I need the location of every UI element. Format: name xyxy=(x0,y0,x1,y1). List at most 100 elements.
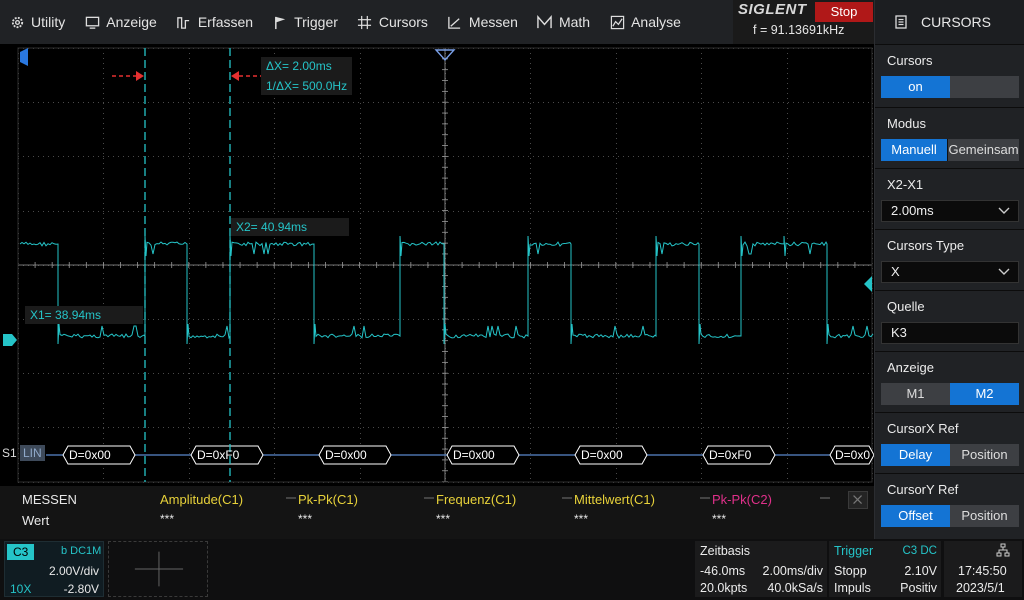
column-divider xyxy=(424,497,434,499)
cursor-type-label: Cursors Type xyxy=(887,238,965,253)
siglent-logo: SIGLENT xyxy=(738,1,807,18)
measure-name: Pk-Pk(C1) xyxy=(298,492,358,507)
cursory-ref-label: CursorY Ref xyxy=(887,482,959,497)
menu-cursors[interactable]: Cursors xyxy=(348,0,438,44)
run-stop-badge[interactable]: Stop xyxy=(815,2,873,22)
menu-messen[interactable]: Messen xyxy=(438,0,528,44)
timebase-points: 20.0kpts xyxy=(700,581,748,595)
analyse-icon xyxy=(609,14,625,30)
clock-time: 17:45:50 xyxy=(958,564,1007,578)
trigger-level: 2.10V xyxy=(904,564,937,578)
trigger-source: C3 DC xyxy=(902,545,937,557)
column-divider xyxy=(700,497,710,499)
menu-trigger[interactable]: Trigger xyxy=(263,0,348,44)
cursor-x1-arrow-icon xyxy=(112,71,144,81)
flag-icon xyxy=(272,14,288,30)
cursor-type-dropdown[interactable]: X xyxy=(881,261,1019,283)
timebase-delay: -46.0ms xyxy=(700,564,746,578)
serial-slot-label: S1 xyxy=(2,446,17,460)
menu-erfassen[interactable]: Erfassen xyxy=(167,0,263,44)
measure-column[interactable]: Amplitude(C1) *** xyxy=(160,492,298,526)
quelle-label: Quelle xyxy=(887,299,925,314)
bus-frame-label: D=0x00 xyxy=(581,448,623,462)
waveform-display[interactable]: ΔX= 2.00ms 1/ΔX= 500.0Hz X2= 40.94ms X1=… xyxy=(0,44,874,486)
measure-name: Amplitude(C1) xyxy=(160,492,244,507)
cursor-x2-arrow-icon xyxy=(231,71,262,81)
anzeige-toggle[interactable]: M1 M2 xyxy=(881,383,1019,405)
column-divider xyxy=(820,497,830,499)
x2x1-value: 2.00ms xyxy=(891,203,934,218)
channel-c3-offset-marker-icon[interactable] xyxy=(3,334,17,346)
measure-column[interactable]: Pk-Pk(C1) *** xyxy=(298,492,436,526)
cursory-offset-option[interactable]: Offset xyxy=(881,505,950,527)
cursory-ref-toggle[interactable]: Offset Position xyxy=(881,505,1019,527)
channel-name-badge: C3 xyxy=(7,544,35,560)
timebase-title: Zeitbasis xyxy=(700,544,751,558)
panel-header: CURSORS xyxy=(875,0,1024,44)
cursorx-delay-option[interactable]: Delay xyxy=(881,444,950,466)
add-channel-slot[interactable] xyxy=(108,541,208,597)
menu-anzeige[interactable]: Anzeige xyxy=(75,0,167,44)
brand-status-box: SIGLENT Stop f = 91.13691kHz xyxy=(733,0,874,44)
cursors-on-option[interactable]: on xyxy=(881,76,950,98)
bus-frame-label: D=0x0 xyxy=(835,448,871,462)
trigger-box[interactable]: Trigger C3 DC Stopp 2.10V Impuls Positiv xyxy=(829,541,941,597)
modus-toggle[interactable]: Manuell Gemeinsam xyxy=(881,139,1019,161)
trigger-mode: Stopp xyxy=(834,564,867,578)
cursors-off-option[interactable] xyxy=(950,76,1019,98)
delta-x-readout: ΔX= 2.00ms 1/ΔX= 500.0Hz xyxy=(261,57,353,95)
quelle-field[interactable]: K3 xyxy=(881,322,1019,344)
modus-manuell-option[interactable]: Manuell xyxy=(881,139,947,161)
timebase-scale: 2.00ms/div xyxy=(762,564,823,578)
anzeige-m2-option[interactable]: M2 xyxy=(950,383,1019,405)
x2x1-section: X2-X1 2.00ms xyxy=(875,168,1024,227)
measure-column[interactable]: Mittelwert(C1) *** xyxy=(574,492,712,526)
cursorx-ref-label: CursorX Ref xyxy=(887,421,959,436)
channel-c3-box[interactable]: C3 b DC1M 2.00V/div 10X -2.80V xyxy=(4,541,104,597)
quelle-section: Quelle K3 xyxy=(875,290,1024,349)
cursory-position-option[interactable]: Position xyxy=(950,505,1019,527)
modus-section: Modus Manuell Gemeinsam xyxy=(875,107,1024,166)
menu-messen-label: Messen xyxy=(468,14,518,30)
cursorx-position-option[interactable]: Position xyxy=(950,444,1019,466)
menu-utility[interactable]: Utility xyxy=(0,0,75,44)
timebase-box[interactable]: Zeitbasis -46.0ms 2.00ms/div 20.0kpts 40… xyxy=(695,541,827,597)
inverse-delta-x-value: 1/ΔX= 500.0Hz xyxy=(266,79,348,93)
decode-mode-badge[interactable]: LIN xyxy=(20,445,45,461)
measure-name: Frequenz(C1) xyxy=(436,492,517,507)
acquire-icon xyxy=(176,14,192,30)
horizontal-offset-marker-icon[interactable] xyxy=(20,48,28,66)
quelle-value: K3 xyxy=(891,325,907,340)
cursorx-ref-toggle[interactable]: Delay Position xyxy=(881,444,1019,466)
anzeige-m1-option[interactable]: M1 xyxy=(881,383,950,405)
cursors-label: Cursors xyxy=(887,53,933,68)
panel-title: CURSORS xyxy=(921,14,992,30)
network-icon xyxy=(996,543,1010,557)
menu-math[interactable]: Math xyxy=(528,0,600,44)
measure-value: *** xyxy=(574,512,589,526)
trigger-level-marker-icon[interactable] xyxy=(864,276,872,292)
measure-icon xyxy=(447,14,463,30)
anzeige-label: Anzeige xyxy=(887,360,934,375)
x2x1-dropdown[interactable]: 2.00ms xyxy=(881,200,1019,222)
close-measure-button[interactable] xyxy=(848,491,868,509)
modus-gemeinsam-option[interactable]: Gemeinsam xyxy=(947,139,1019,161)
measure-column[interactable]: Frequenz(C1) *** xyxy=(436,492,574,526)
measure-column[interactable]: Pk-Pk(C2) *** xyxy=(712,492,832,526)
menu-analyse[interactable]: Analyse xyxy=(600,0,691,44)
cursors-toggle-section: Cursors on xyxy=(875,44,1024,103)
timebase-sample-rate: 40.0kSa/s xyxy=(767,581,823,595)
measure-bar: MESSEN Wert Amplitude(C1) *** Pk-Pk(C1) … xyxy=(0,486,874,539)
waveform-graticule xyxy=(3,47,874,483)
measure-name: Mittelwert(C1) xyxy=(574,492,655,507)
cursors-toggle[interactable]: on xyxy=(881,76,1019,98)
chevron-down-icon xyxy=(998,207,1010,214)
bus-frame-label: D=0x00 xyxy=(69,448,111,462)
status-bar: C3 b DC1M 2.00V/div 10X -2.80V Zeitbasis… xyxy=(0,539,1024,600)
bus-frame-label: D=0x00 xyxy=(453,448,495,462)
cursor-type-section: Cursors Type X xyxy=(875,229,1024,288)
clock-box[interactable]: 17:45:50 2023/5/1 xyxy=(944,541,1022,597)
cursorx-ref-section: CursorX Ref Delay Position xyxy=(875,412,1024,471)
modus-label: Modus xyxy=(887,116,927,131)
measure-value: *** xyxy=(436,512,451,526)
